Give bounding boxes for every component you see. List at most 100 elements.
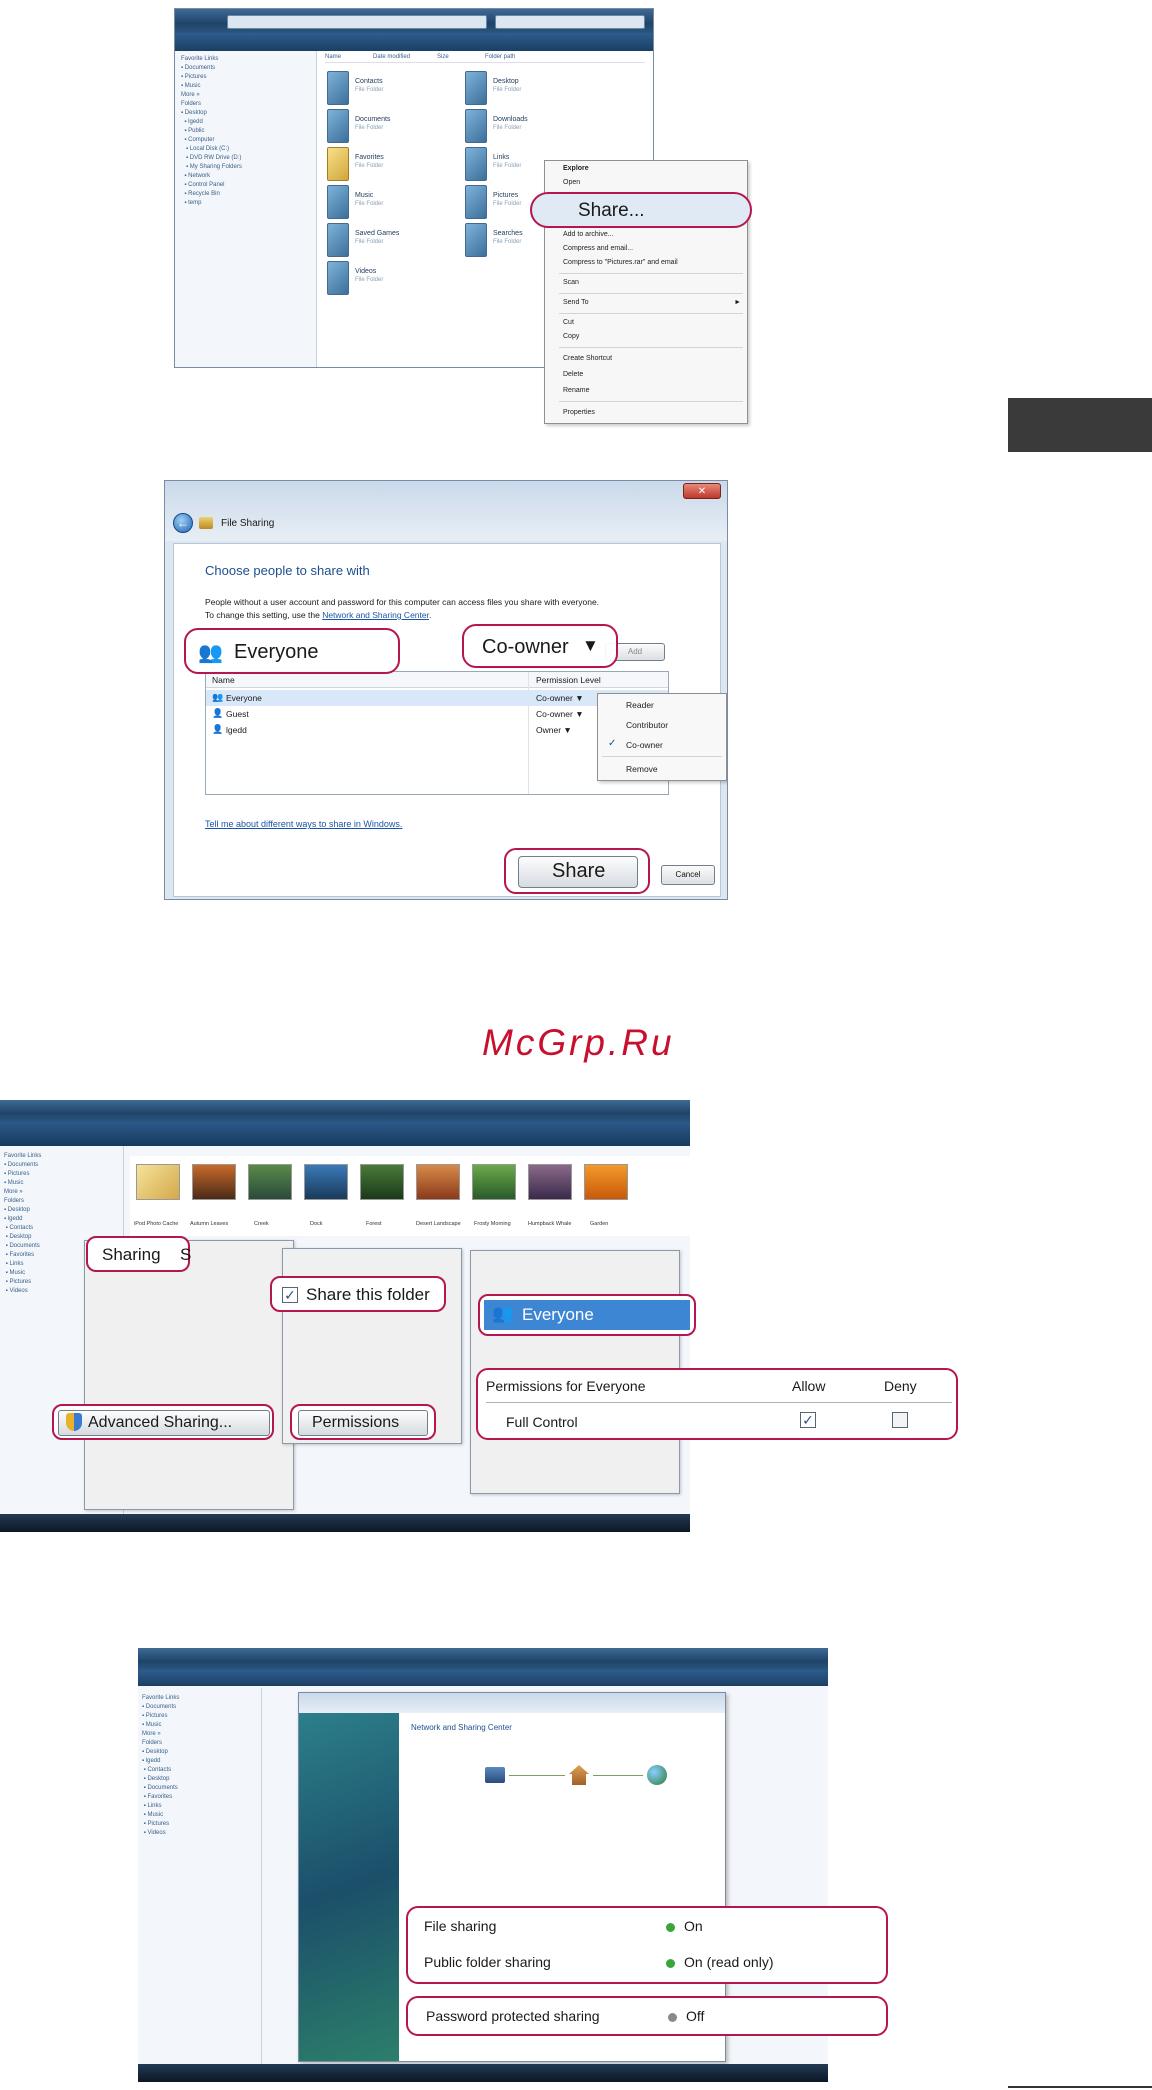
folder-icon — [327, 71, 349, 105]
chevron-down-icon: ▼ — [582, 636, 599, 655]
folder-icon — [465, 71, 487, 105]
menu-item-properties[interactable]: Properties — [563, 409, 595, 416]
dialog-heading: Choose people to share with — [205, 563, 370, 578]
column-size[interactable]: Size — [437, 53, 449, 62]
menu-item-compress-rar-email[interactable]: Compress to "Pictures.rar" and email — [563, 259, 678, 266]
dialog-description: People without a user account and passwo… — [205, 597, 600, 607]
network-center-link[interactable]: Network and Sharing Center — [322, 610, 429, 620]
photo-thumbnail[interactable] — [248, 1164, 292, 1200]
row-name: Everyone — [226, 693, 262, 703]
menu-item-send-to[interactable]: Send To — [563, 299, 589, 306]
status-off-icon — [668, 2013, 677, 2022]
level-co-owner[interactable]: Co-owner — [626, 740, 663, 750]
folder-icon — [465, 223, 487, 257]
menu-item-delete[interactable]: Delete — [563, 371, 583, 378]
explorer-toolbar — [175, 33, 653, 51]
menu-item-share[interactable]: Share... — [578, 200, 645, 222]
photo-thumbnail[interactable] — [584, 1164, 628, 1200]
menu-item-explore[interactable]: Explore — [563, 165, 589, 172]
full-control-row — [486, 1402, 952, 1403]
menu-item-compress-email[interactable]: Compress and email... — [563, 245, 633, 252]
folder-icon — [465, 147, 487, 181]
password-sharing-status: Off — [686, 2008, 705, 2024]
photo-thumbnail[interactable] — [360, 1164, 404, 1200]
photo-thumbnail[interactable] — [416, 1164, 460, 1200]
row-level[interactable]: Co-owner ▼ — [536, 693, 584, 703]
share-folder-checkbox[interactable]: ✓ — [282, 1287, 298, 1303]
properties-dialog — [84, 1240, 294, 1510]
permission-dropdown-value[interactable]: Co-owner — [482, 636, 569, 659]
dialog-description-line2: To change this setting, use the Network … — [205, 610, 432, 620]
sharing-tab-callout[interactable]: Sharing S — [86, 1236, 191, 1272]
everyone-input-callout[interactable]: 👥 Everyone — [184, 628, 400, 674]
level-reader[interactable]: Reader — [626, 700, 654, 710]
menu-item-open[interactable]: Open — [563, 179, 580, 186]
menu-item-rename[interactable]: Rename — [563, 387, 589, 394]
photo-thumbnail[interactable] — [304, 1164, 348, 1200]
search-box[interactable] — [495, 15, 645, 29]
submenu-arrow-icon: ► — [734, 299, 741, 306]
taskbar — [0, 1514, 690, 1532]
folder-tile[interactable]: Downloads File Folder — [465, 109, 585, 149]
folder-icon — [327, 223, 349, 257]
menu-item-copy[interactable]: Copy — [563, 333, 579, 340]
column-date[interactable]: Date modified — [373, 53, 410, 62]
full-control-deny-checkbox[interactable] — [892, 1412, 908, 1428]
share-button-callout[interactable]: Share — [504, 848, 650, 894]
photo-thumbnail[interactable] — [192, 1164, 236, 1200]
everyone-callout[interactable]: 👥 Everyone — [478, 1294, 696, 1336]
row-level[interactable]: Owner ▼ — [536, 725, 572, 735]
menu-item-archive[interactable]: Add to archive... — [563, 231, 614, 238]
navigation-pane: Favorite Links ▪ Documents ▪ Pictures ▪ Mus… — [138, 1688, 262, 2064]
cancel-button[interactable]: Cancel — [661, 865, 715, 885]
user-input-value[interactable]: Everyone — [234, 641, 319, 664]
back-arrow-icon[interactable]: ← — [173, 513, 193, 533]
deny-column-label: Deny — [884, 1378, 917, 1394]
folder-icon — [327, 185, 349, 219]
folder-tile[interactable]: Videos File Folder — [327, 261, 447, 301]
share-menu-callout[interactable]: Share... — [530, 192, 752, 228]
menu-separator — [559, 313, 743, 314]
taskbar — [138, 2064, 828, 2082]
menu-item-cut[interactable]: Cut — [563, 319, 574, 326]
folder-tile[interactable]: Desktop File Folder — [465, 71, 585, 111]
table-header: Name Permission Level — [206, 672, 668, 688]
address-bar[interactable] — [227, 15, 487, 29]
shield-icon — [66, 1413, 82, 1431]
people-icon: 👥 — [198, 642, 223, 664]
folder-tile[interactable]: Favorites File Folder — [327, 147, 447, 187]
row-level[interactable]: Co-owner ▼ — [536, 709, 584, 719]
navigation-pane: Favorite Links ▪ Documents ▪ Pictures ▪ Mus… — [175, 51, 317, 367]
level-contributor[interactable]: Contributor — [626, 720, 668, 730]
menu-separator — [602, 756, 722, 757]
user-icon: 👥 — [212, 692, 224, 702]
header-name[interactable]: Name — [212, 675, 235, 685]
public-folder-sharing-status: On (read only) — [684, 1954, 774, 1970]
check-mark-icon: ✓ — [608, 738, 617, 749]
header-permission-level[interactable]: Permission Level — [536, 675, 601, 685]
folder-tile[interactable]: Contacts File Folder — [327, 71, 447, 111]
level-remove[interactable]: Remove — [626, 764, 658, 774]
column-path[interactable]: Folder path — [485, 53, 515, 62]
folder-tile[interactable]: Documents File Folder — [327, 109, 447, 149]
globe-icon — [647, 1765, 667, 1785]
people-icon: 👥 — [492, 1304, 514, 1323]
photo-thumbnail[interactable] — [472, 1164, 516, 1200]
help-link[interactable]: Tell me about different ways to share in… — [205, 819, 402, 829]
column-name[interactable]: Name — [325, 53, 341, 62]
sharing-tab[interactable]: Sharing — [102, 1245, 161, 1265]
folder-tile[interactable]: Music File Folder — [327, 185, 447, 225]
photo-thumbnail[interactable] — [528, 1164, 572, 1200]
folder-thumbnail[interactable] — [136, 1164, 180, 1200]
permissions-button-label: Permissions — [312, 1414, 400, 1431]
co-owner-dropdown-callout[interactable]: Co-owner ▼ — [462, 624, 618, 668]
permissions-button-callout[interactable]: Permissions — [290, 1404, 436, 1440]
advanced-sharing-callout[interactable]: Advanced Sharing... — [52, 1404, 274, 1440]
share-this-folder-callout[interactable]: ✓ Share this folder — [270, 1276, 446, 1312]
folder-tile[interactable]: Saved Games File Folder — [327, 223, 447, 263]
menu-item-scan[interactable]: Scan — [563, 279, 579, 286]
password-sharing-callout: Password protected sharing Off — [406, 1996, 888, 2036]
menu-item-create-shortcut[interactable]: Create Shortcut — [563, 355, 612, 362]
close-button[interactable]: ✕ — [683, 483, 721, 499]
full-control-allow-checkbox[interactable]: ✓ — [800, 1412, 816, 1428]
